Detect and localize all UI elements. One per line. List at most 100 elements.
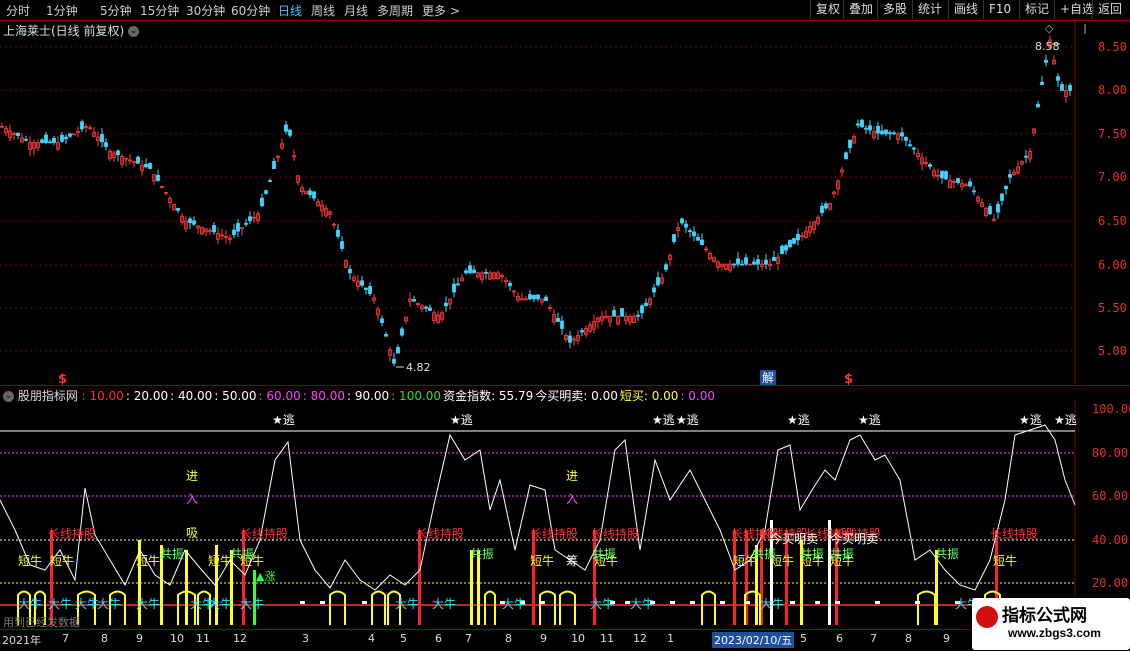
dash-marker — [300, 601, 305, 604]
candle-body — [64, 136, 68, 140]
candle-body — [232, 229, 236, 236]
candle-body — [856, 123, 860, 126]
date-label: 9 — [136, 632, 143, 645]
date-axis: 2021年 7 8 9 10 11 12 3 4 5 6 7 8 9 10 11 12 1 2023/02/10/五… — [0, 629, 1130, 651]
volume-hump — [701, 590, 716, 625]
candle-body — [848, 139, 852, 148]
candle-body — [752, 261, 756, 265]
multi-stock-button[interactable]: 多股 — [877, 0, 912, 19]
candle-body — [384, 334, 388, 337]
date-label: 3 — [302, 632, 309, 645]
long-hold-bar — [532, 530, 535, 625]
candle-body — [104, 142, 108, 147]
price-chart[interactable]: 8.58 ◇ 4.82 $ 解 $ — [0, 20, 1130, 385]
candle-body — [736, 258, 740, 265]
signal-label: 大牛 — [208, 596, 232, 611]
candle-body — [744, 257, 748, 265]
candle-body — [580, 330, 584, 333]
candle-body — [772, 257, 776, 262]
period-weekly[interactable]: 周线 — [311, 2, 335, 19]
period-30min[interactable]: 30分钟 — [186, 2, 225, 19]
period-intraday[interactable]: 分时 — [6, 2, 30, 19]
date-label: 10 — [170, 632, 184, 645]
candle-body — [428, 307, 432, 311]
price-tick-600: 6.00 — [1098, 258, 1127, 272]
date-label: 1 — [667, 632, 674, 645]
period-15min[interactable]: 15分钟 — [140, 2, 179, 19]
adjust-button[interactable]: 复权 — [810, 0, 845, 19]
candle-body — [612, 310, 616, 317]
signal-label: 长线持股 — [416, 526, 464, 541]
overlay-button[interactable]: 叠加 — [843, 0, 878, 19]
statistics-button[interactable]: 统计 — [912, 0, 947, 19]
short-bull-bar — [185, 550, 188, 625]
candle-body — [672, 234, 676, 242]
signal-label: 大牛 — [502, 596, 526, 611]
volume-hump — [329, 590, 346, 625]
signal-label: 共振 — [470, 547, 494, 561]
date-label: 7 — [870, 632, 877, 645]
date-label: 8 — [905, 632, 912, 645]
candle-body — [40, 139, 44, 143]
unlock-marker[interactable]: 解 — [762, 371, 774, 385]
period-1min[interactable]: 1分钟 — [46, 2, 78, 19]
candle-body — [1056, 76, 1060, 81]
candle-body — [544, 296, 548, 302]
candle-body — [412, 299, 416, 302]
candle-body — [272, 161, 276, 170]
mark-button[interactable]: 标记 — [1019, 0, 1054, 19]
period-monthly[interactable]: 月线 — [344, 2, 368, 19]
draw-line-button[interactable]: 画线 — [948, 0, 983, 19]
candle-body — [824, 203, 828, 209]
candle-body — [884, 129, 888, 135]
ind-tick-40: 40.00 — [1092, 533, 1129, 547]
candle-body — [780, 245, 784, 255]
candle-body — [868, 125, 872, 131]
dividend-marker-1[interactable]: $ — [58, 372, 67, 385]
candle-body — [44, 134, 48, 143]
ind-tick-60: 60.00 — [1092, 489, 1129, 503]
candle-body — [888, 132, 892, 135]
period-60min[interactable]: 60分钟 — [231, 2, 270, 19]
candlesticks — [0, 35, 1072, 367]
indicator-chart[interactable]: ★逃 ★逃 ★逃 ★逃 ★逃 ★逃 ★逃 ★逃长线持股 长线持股 长线持股 长线持股 长线持股 长线持股… — [0, 400, 1130, 628]
date-label: 4 — [368, 632, 375, 645]
period-daily[interactable]: 日线 — [278, 2, 302, 19]
candle-body — [264, 190, 268, 194]
period-more[interactable]: 更多 > — [422, 2, 460, 19]
price-tick-850: 8.50 — [1098, 40, 1127, 54]
candle-body — [1060, 84, 1064, 91]
period-multi[interactable]: 多周期 — [377, 2, 413, 19]
candle-body — [1068, 84, 1072, 91]
date-label: 2021年 — [2, 634, 41, 647]
candle-body — [148, 163, 152, 170]
diamond-icon[interactable]: ◇ — [1045, 22, 1054, 35]
candle-body — [636, 314, 640, 317]
signal-label: ★逃 — [858, 413, 881, 427]
volume-hump — [917, 590, 936, 625]
signal-label: 进 — [566, 469, 578, 483]
candle-body — [360, 280, 364, 286]
candle-body — [956, 178, 960, 183]
candle-body — [136, 156, 140, 164]
candle-body — [1036, 103, 1040, 108]
short-bull-bar — [470, 550, 473, 625]
candle-body — [400, 328, 404, 336]
signal-label: 大牛 — [395, 596, 419, 611]
candle-body — [944, 171, 948, 180]
candle-body — [912, 147, 916, 150]
signal-label: 今买明卖 — [830, 531, 878, 546]
volume-hump — [539, 590, 556, 625]
candle-body — [1000, 193, 1004, 201]
candle-body — [456, 283, 460, 286]
candle-body — [756, 259, 760, 265]
dividend-marker-2[interactable]: $ — [844, 372, 853, 385]
candle-body — [484, 271, 488, 274]
back-button[interactable]: 返回 — [1092, 0, 1127, 19]
date-label: 12 — [233, 632, 247, 645]
period-5min[interactable]: 5分钟 — [100, 2, 132, 19]
candle-body — [560, 320, 564, 329]
f10-button[interactable]: F10 — [983, 0, 1016, 19]
candle-body — [892, 132, 896, 135]
signal-label: 长线持股 — [990, 526, 1038, 541]
